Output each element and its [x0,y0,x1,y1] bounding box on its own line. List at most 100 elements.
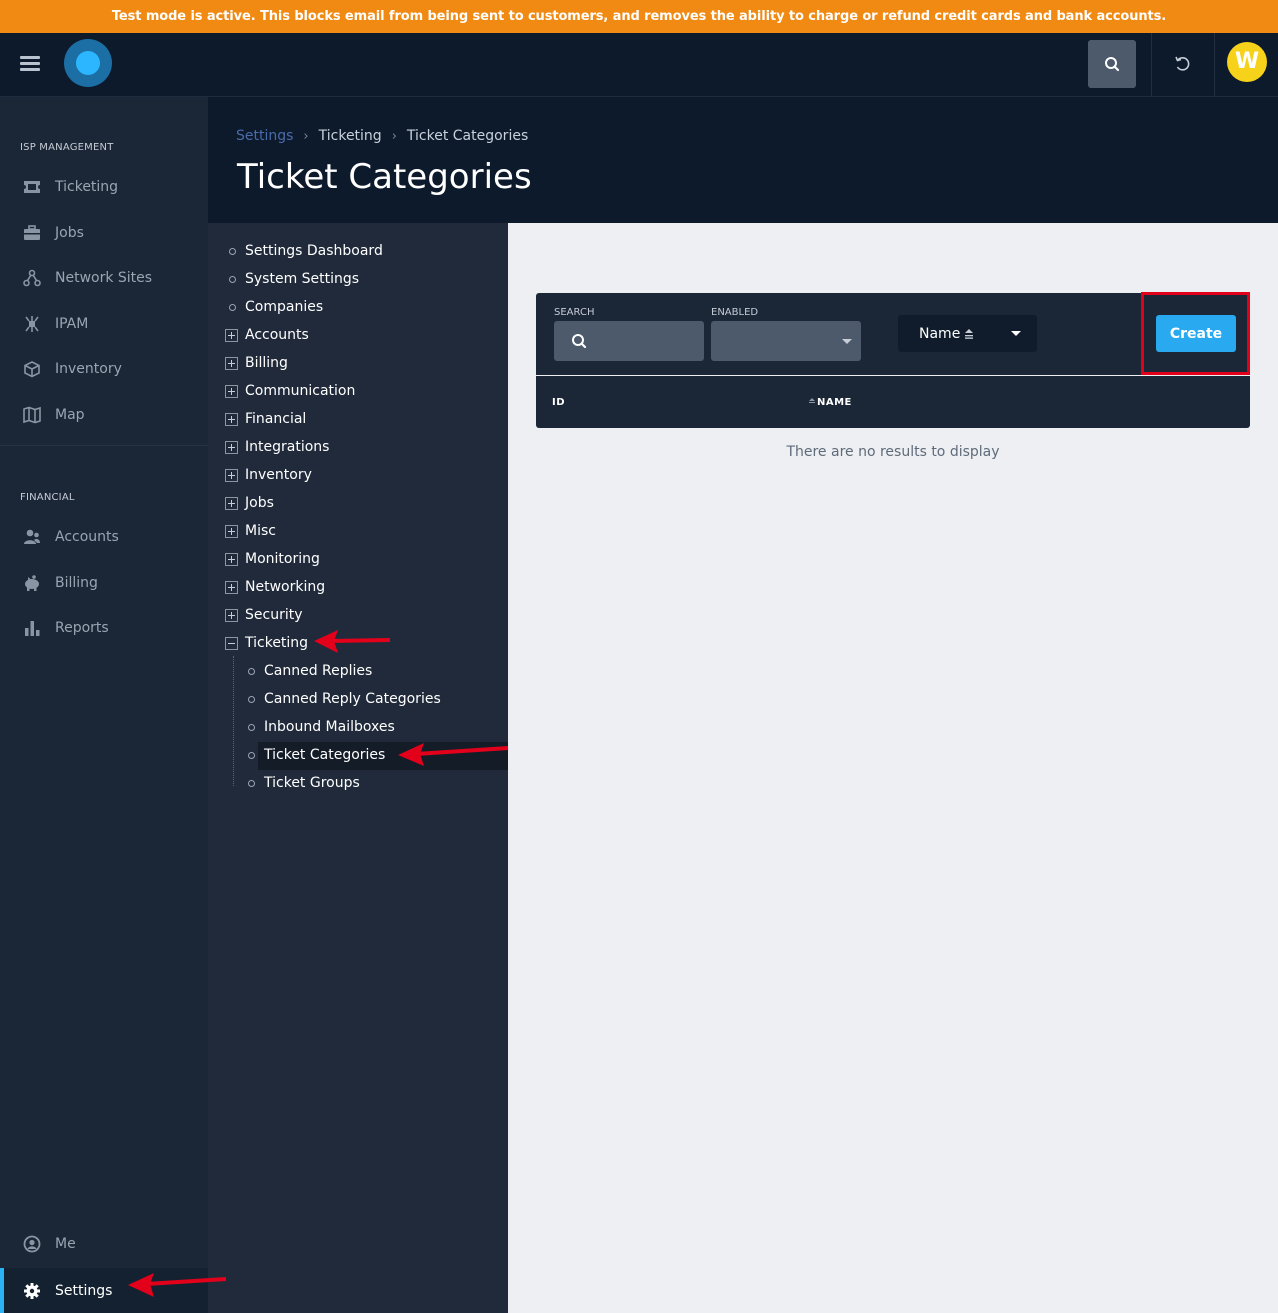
breadcrumb: Settings › Ticketing › Ticket Categories [236,128,528,144]
expand-icon[interactable] [225,580,238,594]
tree-item-label: Networking [245,579,326,595]
sidebar-item-label: Jobs [55,225,84,241]
tree-item-label: Settings Dashboard [245,243,383,259]
tree-group-communication[interactable]: Communication [225,380,355,402]
bullet-icon [229,303,236,311]
annotation-highlight-box [1141,292,1250,375]
network-icon [21,267,43,289]
sidebar-item-map[interactable]: Map [0,395,208,435]
sidebar-item-billing[interactable]: Billing [0,563,208,603]
tree-item-canned-reply-categories[interactable]: Canned Reply Categories [248,688,441,710]
sidebar-item-accounts[interactable]: Accounts [0,517,208,557]
tree-item-ticket-groups[interactable]: Ticket Groups [248,772,360,794]
tree-item-canned-replies[interactable]: Canned Replies [248,660,372,682]
tree-item-label: Inbound Mailboxes [264,719,395,735]
tree-group-inventory[interactable]: Inventory [225,464,312,486]
tree-group-accounts[interactable]: Accounts [225,324,309,346]
search-button[interactable] [1088,40,1136,88]
tree-connector [233,656,234,786]
bullet-icon [248,667,255,675]
sidebar-item-label: Me [55,1236,76,1252]
tree-item-label: Ticket Categories [264,747,386,763]
sidebar-divider [0,445,208,446]
tree-item-inbound-mailboxes[interactable]: Inbound Mailboxes [248,716,395,738]
expand-icon[interactable] [225,468,238,482]
section-label-isp: ISP MANAGEMENT [20,142,114,153]
breadcrumb-settings[interactable]: Settings [236,128,293,144]
tree-item-label: Misc [245,523,276,539]
expand-icon[interactable] [225,608,238,622]
sidebar-item-label: Map [55,407,85,423]
breadcrumb-ticket-categories: Ticket Categories [406,128,529,144]
menu-icon[interactable] [18,53,46,77]
expand-icon[interactable] [225,440,238,454]
bullet-icon [229,247,236,255]
tree-group-monitoring[interactable]: Monitoring [225,548,320,570]
enabled-select[interactable] [711,321,861,361]
breadcrumb-ticketing: Ticketing [318,128,382,144]
search-icon [572,334,587,349]
expand-icon[interactable] [225,552,238,566]
tree-group-jobs[interactable]: Jobs [225,492,274,514]
expand-icon[interactable] [225,356,238,370]
logo[interactable] [64,39,112,87]
tree-item-label: Accounts [245,327,309,343]
sidebar-item-reports[interactable]: Reports [0,608,208,648]
bullet-icon [248,695,255,703]
tree-group-billing[interactable]: Billing [225,352,288,374]
history-button[interactable] [1166,47,1200,81]
bar-chart-icon [21,617,43,639]
expand-icon[interactable] [225,412,238,426]
expand-icon[interactable] [225,384,238,398]
tree-item-label: Companies [245,299,324,315]
map-icon [21,404,43,426]
chevron-right-icon: › [391,128,397,144]
box-icon [21,358,43,380]
sort-select[interactable]: Name [898,315,1037,352]
sort-value: Name [919,325,961,342]
sidebar-item-ipam[interactable]: IPAM [0,304,208,344]
tree-group-networking[interactable]: Networking [225,576,325,598]
sort-asc-icon [965,328,974,339]
bullet-icon [248,779,255,787]
tree-group-financial[interactable]: Financial [225,408,306,430]
history-icon [1175,56,1190,71]
expand-icon[interactable] [225,524,238,538]
users-icon [21,526,43,548]
annotation-arrow-ticket-categories [398,743,509,766]
sidebar-item-label: Accounts [55,529,119,545]
tree-group-ticketing[interactable]: Ticketing [225,632,308,654]
tree-group-security[interactable]: Security [225,604,303,626]
chevron-down-icon [1011,331,1021,336]
gear-icon [21,1280,43,1302]
tree-item-companies[interactable]: Companies [229,296,323,318]
search-input[interactable] [554,321,704,361]
expand-icon[interactable] [225,328,238,342]
section-label-financial: FINANCIAL [20,492,75,503]
tree-item-label: Inventory [245,467,312,483]
test-mode-banner: Test mode is active. This blocks email f… [0,0,1278,33]
column-header-id[interactable]: ID [552,397,565,408]
sidebar-item-network-sites[interactable]: Network Sites [0,258,208,298]
collapse-icon[interactable] [225,636,238,650]
sidebar-item-ticketing[interactable]: Ticketing [0,167,208,207]
tree-group-misc[interactable]: Misc [225,520,276,542]
tree-item-label: Ticketing [245,635,309,651]
sidebar-item-inventory[interactable]: Inventory [0,349,208,389]
tree-item-system-settings[interactable]: System Settings [229,268,359,290]
tree-item-ticket-categories[interactable]: Ticket Categories [248,744,385,766]
ticket-icon [21,176,43,198]
bullet-icon [248,751,255,759]
tree-item-settings-dashboard[interactable]: Settings Dashboard [229,240,383,262]
tree-group-integrations[interactable]: Integrations [225,436,329,458]
expand-icon[interactable] [225,496,238,510]
user-avatar[interactable]: W [1227,42,1267,82]
tree-item-label: Ticket Groups [264,775,360,791]
annotation-arrow-settings [128,1273,227,1297]
page-header: Settings › Ticketing › Ticket Categories… [208,97,1278,223]
bullet-icon [248,723,255,731]
search-icon [1105,57,1120,72]
column-header-name[interactable]: NAME [808,397,852,408]
sidebar-item-me[interactable]: Me [0,1224,208,1264]
sidebar-item-jobs[interactable]: Jobs [0,213,208,253]
